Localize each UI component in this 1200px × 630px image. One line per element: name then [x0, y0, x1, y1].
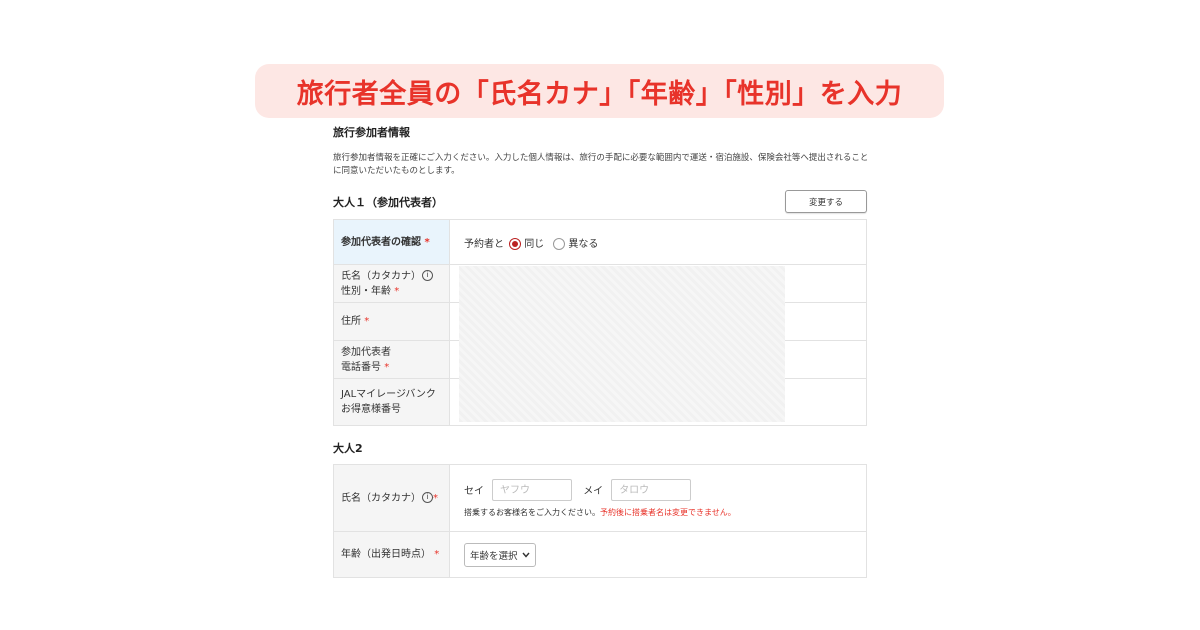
adult2-name-value: セイ ヤフウ メイ タロウ 搭乗するお客様名をご入力ください。予約後に搭乗者名は変更…: [449, 464, 867, 532]
section-title: 旅行参加者情報: [333, 126, 410, 139]
chevron-down-icon: [521, 552, 530, 558]
confirm-prefix: 予約者と: [464, 238, 504, 250]
masked-personal-info: [459, 266, 785, 422]
sei-label: セイ: [464, 486, 484, 497]
adult1-header: 大人１（参加代表者） 変更する: [333, 190, 867, 213]
info-icon[interactable]: i: [422, 492, 433, 503]
radio-different-label[interactable]: 異なる: [568, 239, 598, 250]
required-mark: *: [394, 285, 400, 297]
required-mark: *: [434, 549, 440, 560]
radio-same-label[interactable]: 同じ: [524, 239, 544, 250]
radio-same[interactable]: [509, 237, 522, 250]
name-warning: 予約後に搭乗者名は変更できません。: [600, 507, 736, 517]
required-mark: *: [384, 361, 390, 373]
address-label: 住所 *: [333, 302, 450, 341]
mei-input[interactable]: タロウ: [611, 478, 692, 501]
sei-input[interactable]: ヤフウ: [492, 478, 572, 501]
adult1-title: 大人１（参加代表者）: [333, 195, 443, 209]
required-mark: *: [433, 492, 438, 504]
name-note: 搭乗するお客様名をご入力ください。予約後に搭乗者名は変更できません。: [464, 507, 736, 517]
section-description: 旅行参加者情報を正確にご入力ください。入力した個人情報は、旅行の手配に必要な範囲…: [333, 153, 869, 176]
phone-label: 参加代表者 電話番号 *: [333, 340, 450, 379]
mei-label: メイ: [583, 486, 604, 497]
adult2-age-label: 年齢（出発日時点） *: [333, 531, 450, 578]
headline-banner: 旅行者全員の「氏名カナ」「年齢」「性別」を入力: [255, 64, 944, 118]
age-select[interactable]: 年齢を選択: [464, 542, 536, 567]
confirm-value: 予約者と 同じ 異なる: [449, 219, 867, 265]
adult2-age-value: 年齢を選択: [449, 531, 867, 578]
adult2-title: 大人2: [333, 442, 363, 455]
jal-label: JALマイレージバンク お得意様番号: [333, 378, 450, 426]
radio-different[interactable]: [553, 237, 566, 250]
headline-text: 旅行者全員の「氏名カナ」「年齢」「性別」を入力: [296, 78, 903, 110]
required-mark: *: [424, 236, 430, 248]
change-button[interactable]: 変更する: [785, 190, 867, 213]
adult2-age-row: 年齢（出発日時点） * 年齢を選択: [333, 531, 867, 578]
confirm-label: 参加代表者の確認 *: [333, 219, 450, 265]
adult2-name-row: 氏名（カタカナ） i * セイ ヤフウ メイ タロウ 搭乗するお客様名をご入力ください。…: [333, 464, 867, 532]
adult2-table: 氏名（カタカナ） i * セイ ヤフウ メイ タロウ 搭乗するお客様名をご入力ください。…: [333, 464, 867, 578]
name-label: 氏名（カタカナ） i 性別・年齢 *: [333, 264, 450, 303]
adult2-name-label: 氏名（カタカナ） i *: [333, 464, 450, 532]
required-mark: *: [364, 316, 370, 327]
confirm-row: 参加代表者の確認 * 予約者と 同じ 異なる: [333, 219, 867, 265]
info-icon[interactable]: i: [422, 270, 433, 281]
